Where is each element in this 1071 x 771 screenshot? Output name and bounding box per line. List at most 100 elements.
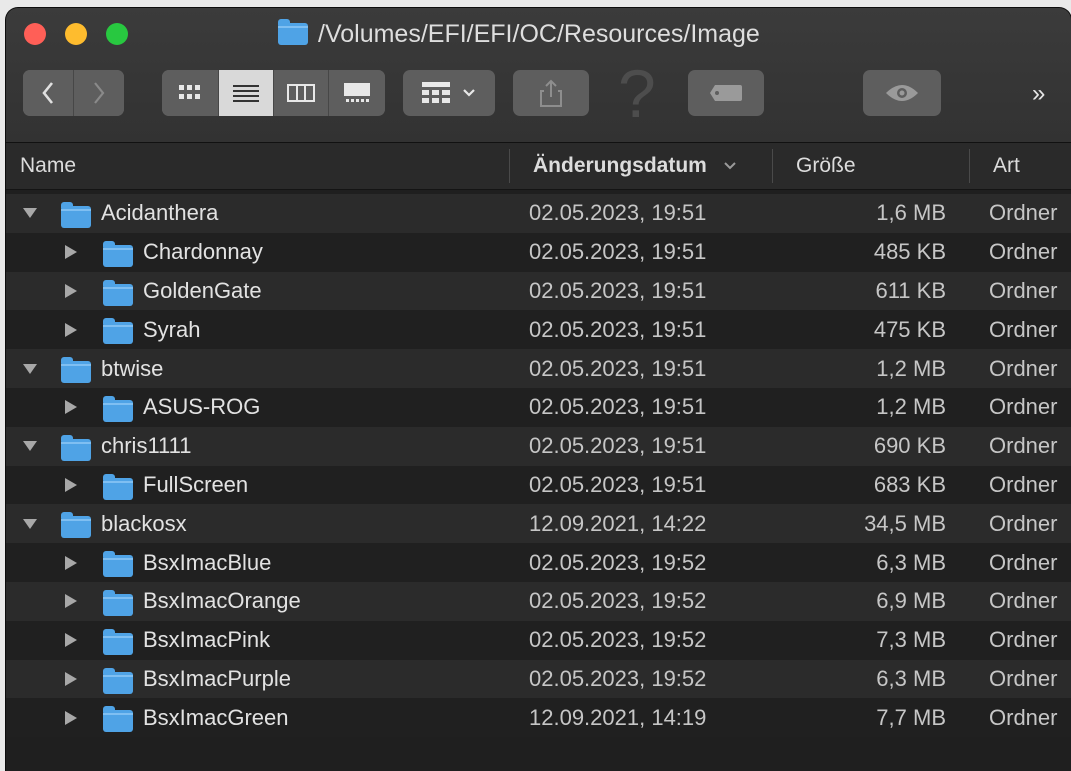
gallery-view-button[interactable] <box>329 70 385 116</box>
column-view-button[interactable] <box>274 70 329 116</box>
window-title: /Volumes/EFI/EFI/OC/Resources/Image <box>278 19 760 49</box>
disclosure-collapsed-icon[interactable] <box>64 660 78 699</box>
back-button[interactable] <box>23 70 74 116</box>
table-row[interactable]: BsxImacPurple 02.05.2023, 19:52 6,3 MB Ordn… <box>6 659 1071 699</box>
table-row[interactable]: BsxImacBlue 02.05.2023, 19:52 6,3 MB Ordner <box>6 543 1071 582</box>
chevron-left-icon <box>42 82 54 104</box>
column-header-bar: Name Änderungsdatum Größe Art <box>6 143 1071 190</box>
table-row[interactable]: Acidanthera 02.05.2023, 19:51 1,6 MB Ordner <box>6 194 1071 233</box>
file-name[interactable]: Acidanthera <box>101 194 218 233</box>
file-kind: Ordner <box>989 433 1058 459</box>
table-row[interactable]: btwise 02.05.2023, 19:51 1,2 MB Ordner <box>6 349 1071 388</box>
file-name[interactable]: BsxImacGreen <box>143 698 289 737</box>
modified-date: 02.05.2023, 19:51 <box>529 433 707 459</box>
file-kind: Ordner <box>989 471 1058 497</box>
file-name[interactable]: BsxImacPurple <box>143 660 291 699</box>
modified-date: 02.05.2023, 19:51 <box>529 200 707 226</box>
toolbar-overflow-button[interactable]: » <box>1032 80 1045 108</box>
disclosure-collapsed-icon[interactable] <box>64 388 78 427</box>
file-name[interactable]: blackosx <box>101 504 187 543</box>
modified-date: 02.05.2023, 19:51 <box>529 471 707 497</box>
modified-date: 02.05.2023, 19:52 <box>529 665 707 691</box>
disclosure-collapsed-icon[interactable] <box>64 272 78 311</box>
disclosure-collapsed-icon[interactable] <box>64 621 78 660</box>
table-row[interactable]: ASUS-ROG 02.05.2023, 19:51 1,2 MB Ordner <box>6 387 1071 427</box>
tag-button[interactable] <box>688 70 764 116</box>
file-size: 7,7 MB <box>876 704 946 730</box>
disclosure-collapsed-icon[interactable] <box>64 543 78 582</box>
file-size: 485 KB <box>873 239 946 265</box>
modified-date: 02.05.2023, 19:52 <box>529 549 707 575</box>
table-row[interactable]: FullScreen 02.05.2023, 19:51 683 KB Ordner <box>6 465 1071 505</box>
folder-icon <box>278 19 308 45</box>
share-icon <box>540 79 562 107</box>
disclosure-expanded-icon[interactable] <box>22 194 38 233</box>
file-kind: Ordner <box>989 394 1058 420</box>
disclosure-collapsed-icon[interactable] <box>64 698 78 737</box>
icon-view-button[interactable] <box>162 70 219 116</box>
file-name[interactable]: ASUS-ROG <box>143 388 260 427</box>
disclosure-expanded-icon[interactable] <box>22 504 38 543</box>
file-name[interactable]: GoldenGate <box>143 272 262 311</box>
file-size: 6,9 MB <box>876 588 946 614</box>
file-name[interactable]: BsxImacBlue <box>143 543 271 582</box>
file-name[interactable]: Syrah <box>143 310 200 349</box>
table-row[interactable]: Syrah 02.05.2023, 19:51 475 KB Ordner <box>6 310 1071 350</box>
column-divider[interactable] <box>969 149 970 183</box>
table-row[interactable]: blackosx 12.09.2021, 14:22 34,5 MB Ordner <box>6 504 1071 544</box>
file-kind: Ordner <box>989 588 1058 614</box>
file-name[interactable]: btwise <box>101 349 163 388</box>
disclosure-expanded-icon[interactable] <box>22 349 38 388</box>
table-row[interactable]: Chardonnay 02.05.2023, 19:51 485 KB Ordner <box>6 232 1071 272</box>
quicklook-button[interactable] <box>863 70 941 116</box>
share-button[interactable] <box>513 70 589 116</box>
forward-button[interactable] <box>74 70 124 116</box>
folder-icon <box>61 357 91 384</box>
disclosure-collapsed-icon[interactable] <box>64 233 78 272</box>
minimize-button[interactable] <box>65 23 87 45</box>
finder-window: /Volumes/EFI/EFI/OC/Resources/Image ? » … <box>6 8 1071 771</box>
folder-icon <box>103 628 133 655</box>
file-list: Acidanthera 02.05.2023, 19:51 1,6 MB Ordner… <box>6 194 1071 738</box>
folder-icon <box>103 473 133 500</box>
group-by-button[interactable] <box>403 70 495 116</box>
disclosure-collapsed-icon[interactable] <box>64 310 78 349</box>
modified-date: 02.05.2023, 19:52 <box>529 588 707 614</box>
modified-date: 02.05.2023, 19:51 <box>529 394 707 420</box>
close-button[interactable] <box>24 23 46 45</box>
file-name[interactable]: BsxImacPink <box>143 621 270 660</box>
column-divider[interactable] <box>509 149 510 183</box>
column-header-size[interactable]: Größe <box>796 143 856 189</box>
folder-icon <box>103 279 133 306</box>
column-header-name[interactable]: Name <box>20 143 76 189</box>
disclosure-expanded-icon[interactable] <box>22 427 38 466</box>
file-name[interactable]: chris1111 <box>101 427 192 466</box>
list-view-icon <box>233 85 259 102</box>
table-row[interactable]: BsxImacGreen 12.09.2021, 14:19 7,7 MB Ordne… <box>6 698 1071 738</box>
file-name[interactable]: FullScreen <box>143 466 248 505</box>
file-name[interactable]: Chardonnay <box>143 233 263 272</box>
modified-date: 02.05.2023, 19:51 <box>529 239 707 265</box>
file-name[interactable]: BsxImacOrange <box>143 582 301 621</box>
file-size: 7,3 MB <box>876 627 946 653</box>
disclosure-collapsed-icon[interactable] <box>64 582 78 621</box>
table-row[interactable]: GoldenGate 02.05.2023, 19:51 611 KB Ordner <box>6 271 1071 311</box>
folder-icon <box>103 589 133 616</box>
zoom-button[interactable] <box>106 23 128 45</box>
table-row[interactable]: chris1111 02.05.2023, 19:51 690 KB Ordner <box>6 426 1071 466</box>
path-title-text: /Volumes/EFI/EFI/OC/Resources/Image <box>318 19 760 48</box>
file-kind: Ordner <box>989 627 1058 653</box>
folder-icon <box>103 706 133 733</box>
column-header-kind[interactable]: Art <box>993 143 1020 189</box>
disclosure-collapsed-icon[interactable] <box>64 466 78 505</box>
table-row[interactable]: BsxImacPink 02.05.2023, 19:52 7,3 MB Ordner <box>6 620 1071 660</box>
folder-icon <box>61 512 91 539</box>
file-kind: Ordner <box>989 549 1058 575</box>
column-divider[interactable] <box>772 149 773 183</box>
column-header-date[interactable]: Änderungsdatum <box>533 143 737 189</box>
folder-icon <box>61 434 91 461</box>
modified-date: 12.09.2021, 14:19 <box>529 704 707 730</box>
file-size: 6,3 MB <box>876 549 946 575</box>
table-row[interactable]: BsxImacOrange 02.05.2023, 19:52 6,9 MB Ordn… <box>6 581 1071 621</box>
list-view-button[interactable] <box>219 70 274 116</box>
